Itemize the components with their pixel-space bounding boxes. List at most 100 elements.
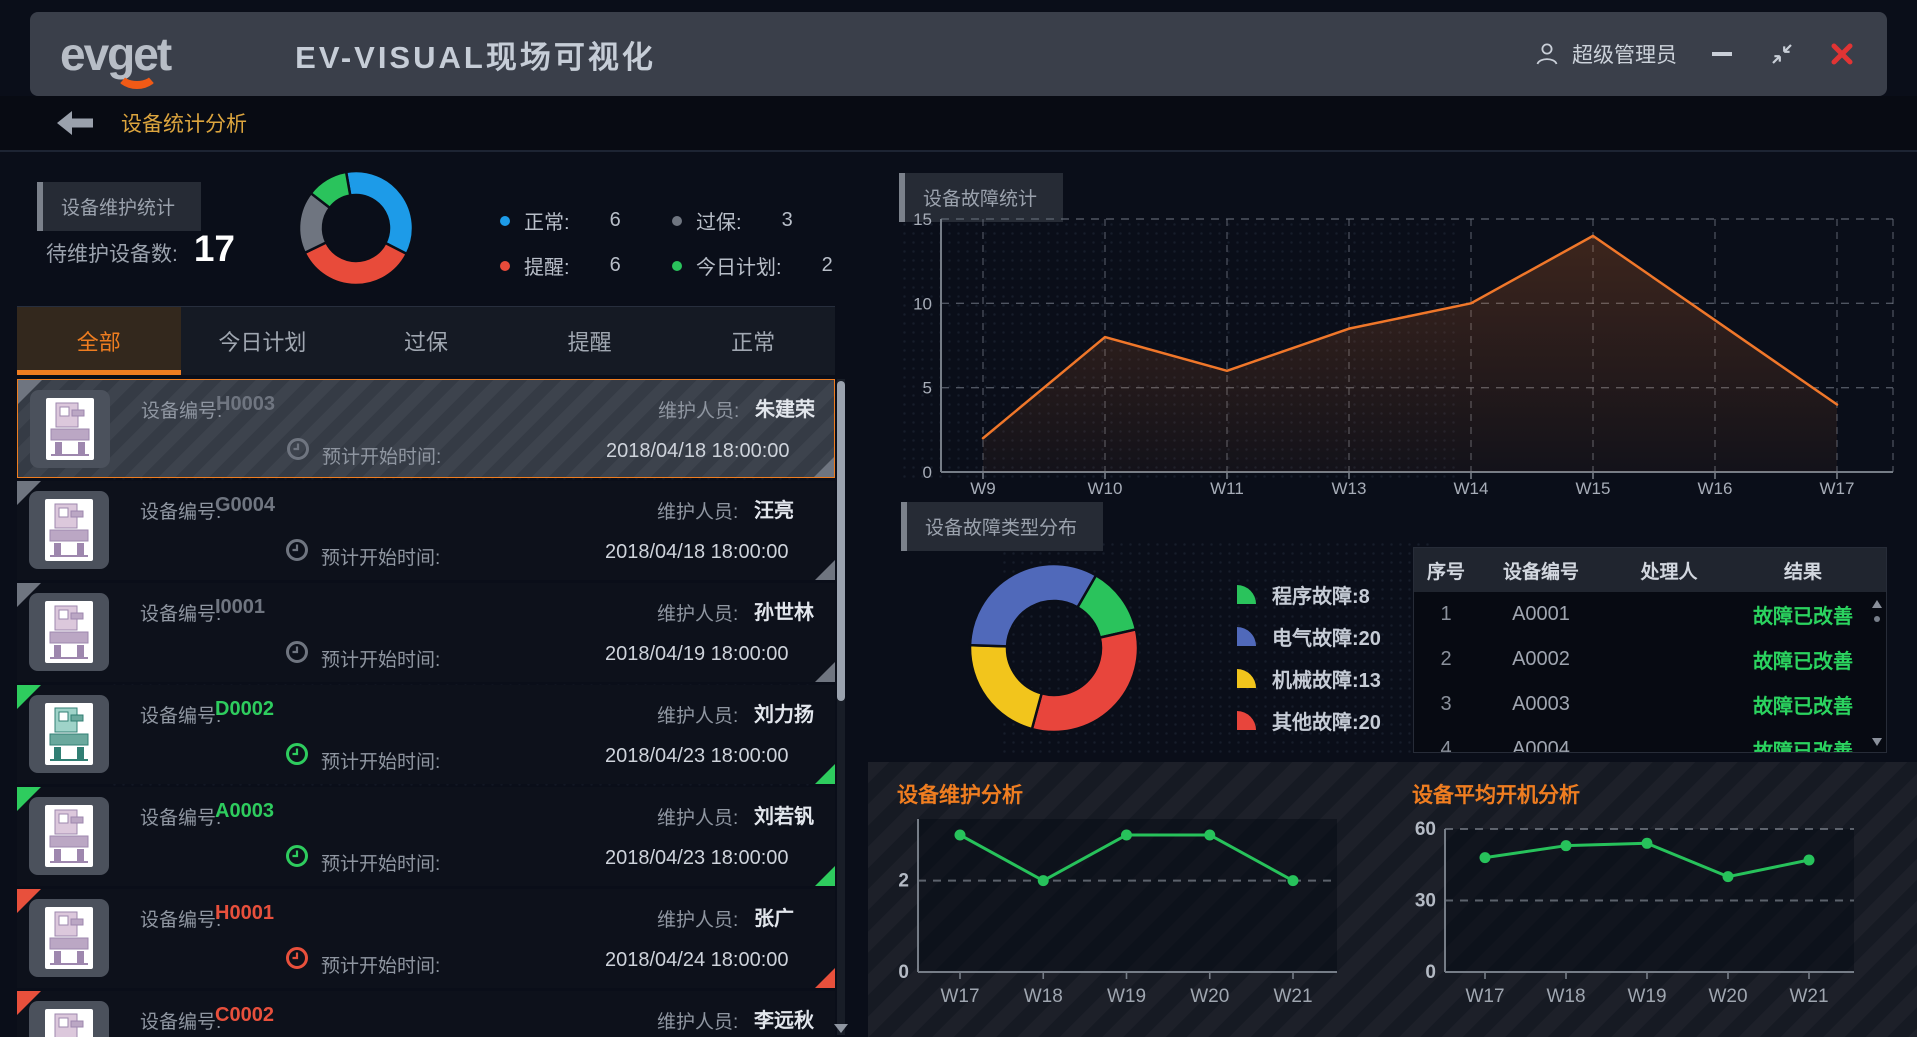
table-scroll-up-icon[interactable] [1872, 600, 1882, 608]
current-user[interactable]: 超级管理员 [1534, 39, 1677, 69]
legend-item[interactable]: 正常:6 [500, 206, 672, 235]
dashboard-root: evget EV-VISUAL现场可视化 超级管理员 设备统计分析 设备维护统计… [0, 0, 1917, 1037]
list-scrollbar[interactable] [837, 379, 845, 1035]
evget-logo: evget [60, 31, 170, 77]
equipment-tabs: 全部今日计划过保提醒正常 [17, 306, 835, 375]
legend-dot-icon [672, 216, 682, 226]
page-title: 设备统计分析 [121, 108, 247, 138]
svg-text:W20: W20 [1190, 986, 1229, 1007]
legend-dot-icon [500, 261, 510, 271]
table-row[interactable]: 1A0001故障已改善 [1414, 592, 1886, 637]
fault-type-legend-item[interactable]: 电气故障:20 [1237, 622, 1381, 651]
svg-text:W11: W11 [1210, 479, 1244, 497]
svg-text:0: 0 [1425, 962, 1436, 983]
tab-正常[interactable]: 正常 [671, 307, 835, 375]
equipment-list: 设备编号:H0003维护人员:朱建荣预计开始时间:2018/04/18 18:0… [17, 379, 835, 1037]
svg-text:W13: W13 [1332, 479, 1367, 497]
equipment-code: A0003 [215, 800, 274, 823]
legend-value: 6 [610, 209, 621, 232]
legend-label: 过保: [696, 206, 742, 235]
maintenance-donut-chart[interactable] [291, 163, 421, 293]
clock-icon [285, 946, 309, 970]
legend-item[interactable]: 过保: 3 [672, 206, 833, 235]
minimize-button[interactable] [1707, 39, 1737, 69]
donut-slice-其他故障[interactable] [1032, 629, 1138, 732]
fault-type-legend-item[interactable]: 程序故障:8 [1237, 580, 1381, 609]
code-label: 设备编号: [141, 396, 222, 423]
equipment-code: I0001 [215, 596, 265, 619]
equipment-list-item[interactable]: 设备编号:D0002维护人员:刘力扬预计开始时间:2018/04/23 18:0… [17, 685, 835, 784]
restore-button[interactable] [1767, 39, 1797, 69]
equipment-thumbnail [29, 899, 109, 977]
status-corner-mark [815, 560, 835, 580]
equipment-list-item[interactable]: 设备编号:H0001维护人员:张广预计开始时间:2018/04/24 18:00… [17, 889, 835, 988]
equipment-image [47, 1011, 91, 1037]
fault-type-donut-chart[interactable] [964, 558, 1144, 738]
svg-text:W10: W10 [1088, 479, 1123, 497]
svg-text:W21: W21 [1273, 986, 1312, 1007]
svg-text:5: 5 [923, 379, 932, 398]
donut-slice-机械故障[interactable] [970, 645, 1042, 729]
fault-type-legend-item[interactable]: 其他故障:20 [1237, 706, 1381, 735]
legend-item[interactable]: 今日计划:2 [672, 251, 833, 280]
svg-text:W14: W14 [1454, 479, 1489, 497]
donut-slice-正常[interactable] [346, 171, 413, 254]
fault-type-legend-item[interactable]: 机械故障:13 [1237, 664, 1381, 693]
table-header-cell: 设备编号 [1478, 557, 1604, 584]
row-equipment-code: A0003 [1478, 693, 1604, 716]
tab-提醒[interactable]: 提醒 [508, 307, 672, 375]
person-name: 李远秋 [754, 1004, 814, 1033]
legend-fan-icon [1237, 627, 1256, 646]
donut-slice-电气故障[interactable] [970, 564, 1096, 646]
equipment-list-item[interactable]: 设备编号:H0003维护人员:朱建荣预计开始时间:2018/04/18 18:0… [17, 379, 835, 478]
equipment-image [47, 909, 91, 967]
table-scrollbar-thumb[interactable] [1874, 616, 1880, 622]
legend-label: 程序故障:8 [1272, 580, 1370, 609]
legend-label: 提醒: [524, 251, 570, 280]
table-row[interactable]: 3A0003故障已改善 [1414, 682, 1886, 727]
close-icon [1829, 41, 1855, 67]
start-time: 2018/04/19 18:00:00 [605, 643, 789, 666]
tab-过保[interactable]: 过保 [344, 307, 508, 375]
list-scroll-down-icon[interactable] [834, 1024, 848, 1033]
equipment-code: H0001 [215, 902, 274, 925]
legend-fan-icon [1237, 711, 1256, 730]
table-scrollbar[interactable] [1871, 596, 1883, 748]
table-scroll-down-icon[interactable] [1872, 738, 1882, 746]
window-title-bar: evget EV-VISUAL现场可视化 超级管理员 [30, 12, 1887, 96]
person-name: 张广 [754, 902, 794, 931]
legend-value: 3 [782, 209, 793, 232]
person-name: 刘力扬 [754, 698, 814, 727]
time-label: 预计开始时间: [321, 951, 440, 978]
equipment-image [48, 400, 92, 458]
panel-title-maintenance-stats: 设备维护统计 [37, 182, 201, 231]
time-label: 预计开始时间: [321, 543, 440, 570]
equipment-thumbnail [30, 390, 110, 468]
equipment-list-item[interactable]: 设备编号:C0002维护人员:李远秋预计开始时间: [17, 991, 835, 1037]
list-scrollbar-thumb[interactable] [837, 381, 845, 701]
close-button[interactable] [1827, 39, 1857, 69]
clock-icon [285, 844, 309, 868]
equipment-thumbnail [29, 797, 109, 875]
fault-table-body: 1A0001故障已改善2A0002故障已改善3A0003故障已改善4A0004故… [1414, 592, 1886, 753]
person-label: 维护人员: [657, 599, 738, 626]
svg-text:W21: W21 [1789, 986, 1828, 1007]
app-title: EV-VISUAL现场可视化 [295, 32, 656, 77]
svg-text:W17: W17 [1820, 479, 1855, 497]
equipment-list-item[interactable]: 设备编号:I0001维护人员:孙世林预计开始时间:2018/04/19 18:0… [17, 583, 835, 682]
table-row[interactable]: 4A0004故障已改善 [1414, 727, 1886, 753]
equipment-code: G0004 [215, 494, 275, 517]
table-header-cell: 序号 [1414, 557, 1478, 584]
equipment-list-item[interactable]: 设备编号:A0003维护人员:刘若钒预计开始时间:2018/04/23 18:0… [17, 787, 835, 886]
equipment-list-item[interactable]: 设备编号:G0004维护人员:汪亮预计开始时间:2018/04/18 18:00… [17, 481, 835, 580]
logo-smile-icon [115, 56, 159, 89]
svg-text:W9: W9 [970, 479, 996, 497]
tab-今日计划[interactable]: 今日计划 [181, 307, 345, 375]
legend-item[interactable]: 提醒:6 [500, 251, 672, 280]
legend-fan-icon [1237, 669, 1256, 688]
tab-全部[interactable]: 全部 [17, 307, 181, 375]
status-corner-mark [815, 866, 835, 886]
donut-slice-提醒[interactable] [305, 242, 407, 285]
table-row[interactable]: 2A0002故障已改善 [1414, 637, 1886, 682]
back-button[interactable] [55, 109, 95, 137]
